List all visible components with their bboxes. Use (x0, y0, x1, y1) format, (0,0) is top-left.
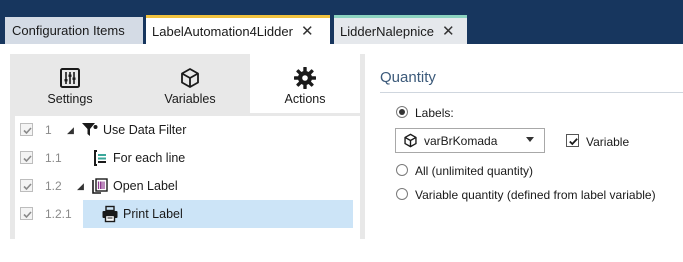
all-quantity-label: All (unlimited quantity) (415, 164, 534, 178)
action-label: Open Label (113, 179, 178, 193)
settings-label: Settings (47, 92, 93, 106)
collapse-arrow-icon[interactable]: ◢ (77, 181, 84, 192)
tab-label: LabelAutomation4Lidder (152, 23, 293, 39)
actions-panel: Settings Variables Actions 1 ◢ Use Data … (10, 54, 365, 239)
action-label: Use Data Filter (103, 123, 187, 137)
labels-radio-label: Labels: (415, 106, 454, 120)
variables-button[interactable]: Variables (130, 54, 250, 113)
variable-quantity-label: Variable quantity (defined from label va… (415, 188, 656, 202)
panel-toolbar: Settings Variables Actions (10, 54, 365, 114)
tab-configuration-items[interactable]: Configuration Items (5, 17, 143, 44)
action-number: 1 (45, 123, 52, 137)
document-tab-bar: Configuration Items LabelAutomation4Lidd… (0, 0, 683, 47)
sliders-icon (59, 67, 81, 89)
collapse-arrow-icon[interactable]: ◢ (67, 125, 74, 136)
action-number: 1.2 (45, 179, 62, 193)
actions-button[interactable]: Actions (250, 54, 360, 113)
all-quantity-radio[interactable] (396, 164, 408, 176)
tab-content-gap (0, 44, 683, 54)
tab-label: Configuration Items (12, 23, 125, 38)
enable-checkbox[interactable] (20, 123, 33, 136)
tree-row-print-label[interactable]: 1.2.1 Print Label (15, 200, 360, 228)
actions-label: Actions (284, 92, 326, 106)
printer-icon (101, 205, 119, 223)
variable-checkbox[interactable] (566, 134, 579, 147)
action-number: 1.2.1 (45, 207, 72, 221)
selected-variable: varBrKomada (424, 133, 498, 148)
enable-checkbox[interactable] (20, 179, 33, 192)
action-number: 1.1 (45, 151, 62, 165)
labels-radio[interactable] (396, 106, 408, 118)
gear-icon (293, 67, 317, 89)
cube-icon (402, 133, 418, 149)
quantity-settings-panel: Quantity Labels: varBrKomada Variable Al… (370, 54, 683, 262)
enable-checkbox[interactable] (20, 151, 33, 164)
tree-row-for-each-line[interactable]: 1.1 For each line (15, 144, 360, 172)
cube-icon (179, 67, 201, 89)
filter-icon (81, 121, 99, 139)
tab-lidder-nalepnice[interactable]: LidderNalepnice ✕ (334, 15, 467, 44)
loop-icon (91, 149, 109, 167)
variable-checkbox-label: Variable (586, 135, 630, 149)
section-title: Quantity (380, 69, 436, 86)
action-label: Print Label (123, 207, 183, 221)
settings-button[interactable]: Settings (10, 54, 130, 113)
open-label-icon (91, 177, 109, 195)
tree-row-use-data-filter[interactable]: 1 ◢ Use Data Filter (15, 116, 360, 144)
actions-tree: 1 ◢ Use Data Filter 1.1 For each line 1.… (15, 116, 360, 239)
close-icon[interactable]: ✕ (301, 24, 314, 39)
quantity-variable-select[interactable]: varBrKomada (395, 128, 545, 153)
tree-row-open-label[interactable]: 1.2 ◢ Open Label (15, 172, 360, 200)
enable-checkbox[interactable] (20, 207, 33, 220)
section-divider (380, 92, 683, 93)
tab-label: LidderNalepnice (340, 23, 434, 39)
tab-label-automation[interactable]: LabelAutomation4Lidder ✕ (146, 15, 330, 44)
action-label: For each line (113, 151, 186, 165)
variables-label: Variables (164, 92, 216, 106)
close-icon[interactable]: ✕ (442, 24, 455, 39)
chevron-down-icon (526, 137, 534, 142)
variable-quantity-radio[interactable] (396, 188, 408, 200)
